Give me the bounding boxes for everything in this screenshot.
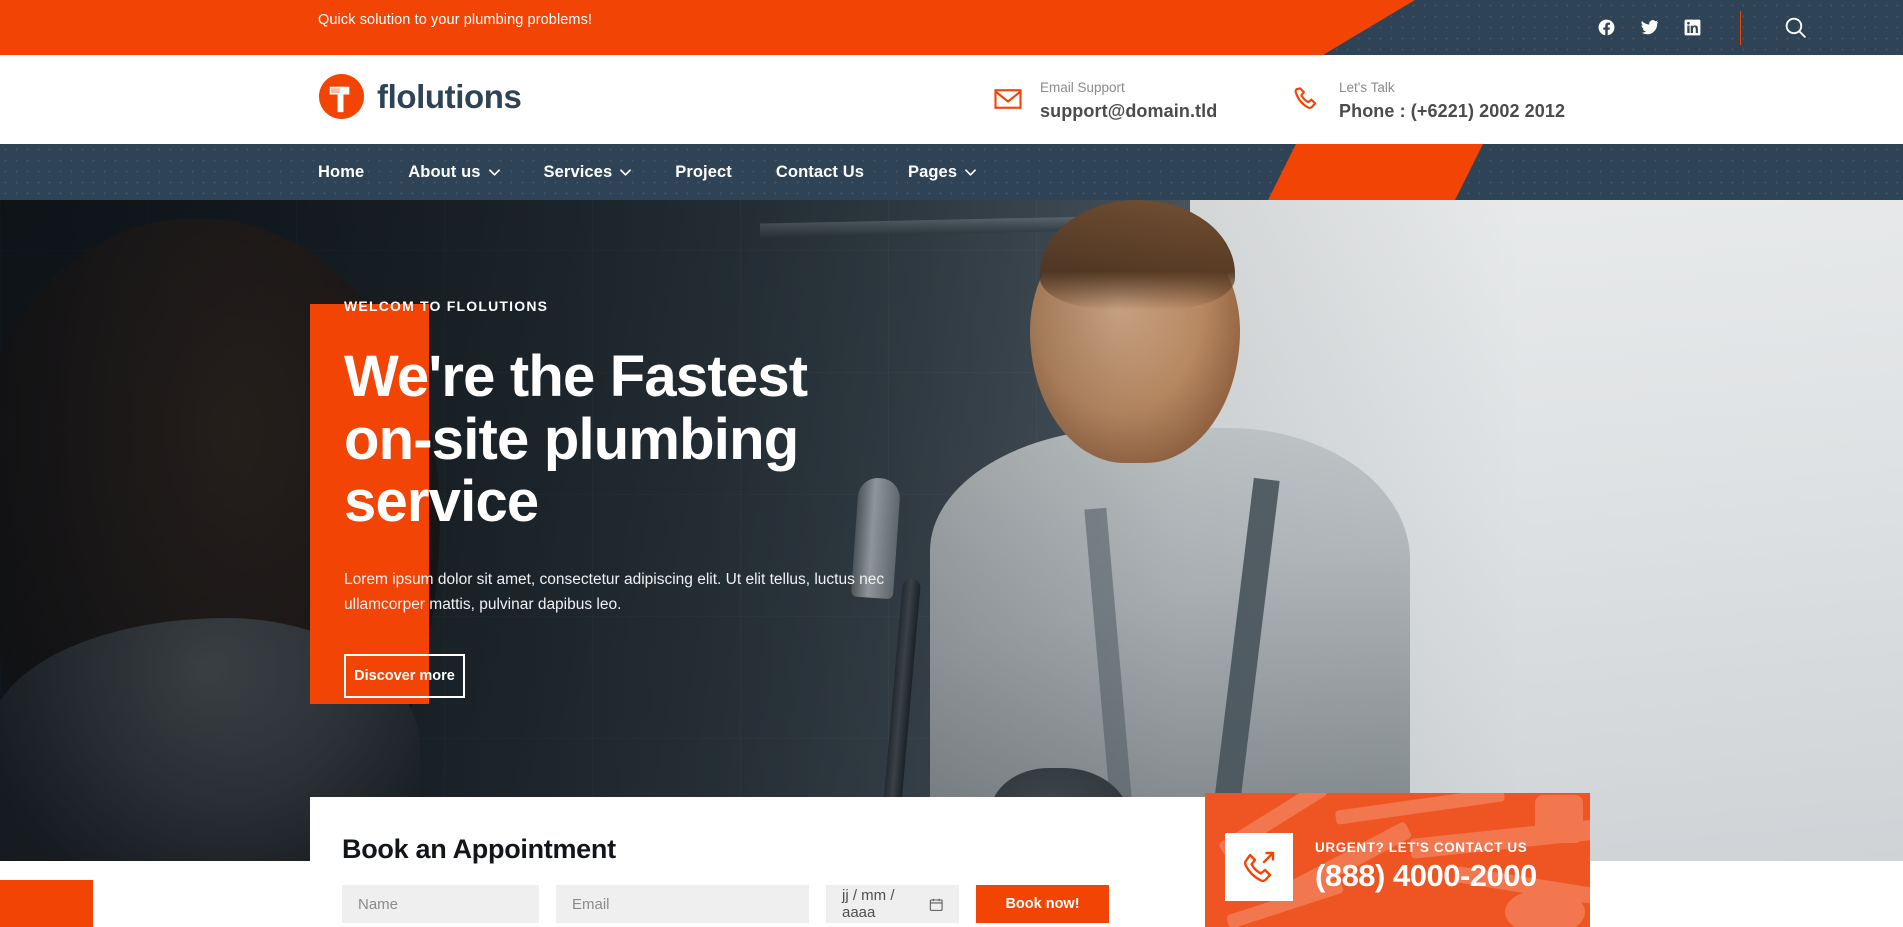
nav-list: Home About us Services Project Contact U… — [318, 144, 998, 200]
site-header: flolutions Email Support support@domain.… — [0, 55, 1903, 144]
phone-label: Let's Talk — [1339, 80, 1395, 95]
booking-form: jj / mm / aaaa Book now! — [342, 885, 1109, 923]
top-bar-orange-panel — [0, 0, 1415, 55]
phone-icon — [1292, 84, 1322, 114]
chevron-down-icon — [620, 168, 632, 176]
search-button[interactable] — [1783, 0, 1808, 55]
urgent-content: URGENT? LET'S CONTACT US (888) 4000-2000 — [1225, 833, 1537, 901]
email-input[interactable] — [556, 885, 809, 923]
nav-label: Services — [543, 162, 613, 181]
social-divider — [1740, 10, 1741, 45]
email-value: support@domain.tld — [1040, 100, 1218, 121]
search-icon[interactable] — [1783, 15, 1808, 40]
top-bar: Quick solution to your plumbing problems… — [0, 0, 1903, 55]
tagline-text: Quick solution to your plumbing problems… — [318, 12, 593, 28]
discover-more-button[interactable]: Discover more — [344, 654, 465, 699]
nav-label: About us — [408, 162, 481, 181]
hero-description: Lorem ipsum dolor sit amet, consectetur … — [344, 570, 885, 613]
logo[interactable]: flolutions — [318, 73, 522, 120]
contact-email[interactable]: Email Support support@domain.tld — [993, 78, 1217, 124]
logo-mark-icon — [318, 73, 365, 120]
page-root: Quick solution to your plumbing problems… — [0, 0, 1903, 927]
date-value: jj / mm / aaaa — [842, 887, 895, 921]
urgent-contact-box[interactable]: URGENT? LET'S CONTACT US (888) 4000-2000 — [1205, 793, 1590, 927]
urgent-label: URGENT? LET'S CONTACT US — [1315, 840, 1528, 856]
hero-content: WELCOM TO FLOLUTIONS We're the Fastest o… — [344, 298, 1244, 699]
nav-accent-shape — [1268, 144, 1483, 200]
nav-item-contact-us[interactable]: Contact Us — [754, 144, 886, 200]
envelope-icon — [993, 84, 1023, 114]
hero-kicker: WELCOM TO FLOLUTIONS — [344, 298, 549, 314]
hero-banner: WELCOM TO FLOLUTIONS We're the Fastest o… — [0, 178, 1903, 861]
nav-label: Contact Us — [775, 162, 864, 181]
contact-phone[interactable]: Let's Talk Phone : (+6221) 2002 2012 — [1292, 78, 1565, 124]
linkedin-icon[interactable] — [1683, 18, 1702, 37]
social-links — [1597, 0, 1755, 55]
twitter-icon[interactable] — [1640, 18, 1659, 37]
nav-item-pages[interactable]: Pages — [886, 144, 998, 200]
main-navigation: Home About us Services Project Contact U… — [0, 144, 1903, 200]
nav-label: Home — [318, 162, 365, 181]
chevron-down-icon — [488, 168, 500, 176]
email-label: Email Support — [1040, 80, 1125, 95]
calendar-icon[interactable] — [929, 897, 943, 912]
chevron-down-icon — [965, 168, 977, 176]
nav-item-home[interactable]: Home — [318, 144, 386, 200]
nav-item-about-us[interactable]: About us — [386, 144, 521, 200]
nav-label: Project — [675, 162, 732, 181]
nav-item-project[interactable]: Project — [653, 144, 754, 200]
phone-outgoing-icon — [1225, 833, 1293, 901]
nav-label: Pages — [907, 162, 958, 181]
book-now-button[interactable]: Book now! — [976, 885, 1109, 923]
facebook-icon[interactable] — [1597, 18, 1616, 37]
booking-title: Book an Appointment — [342, 834, 616, 864]
name-input[interactable] — [342, 885, 539, 923]
left-orange-accent — [0, 880, 93, 927]
hero-title: We're the Fastest on-site plumbing servi… — [344, 344, 808, 535]
nav-item-services[interactable]: Services — [522, 144, 654, 200]
urgent-phone-number: (888) 4000-2000 — [1315, 858, 1537, 894]
date-input[interactable]: jj / mm / aaaa — [826, 885, 959, 923]
phone-value: Phone : (+6221) 2002 2012 — [1339, 100, 1566, 121]
logo-text: flolutions — [377, 77, 522, 115]
